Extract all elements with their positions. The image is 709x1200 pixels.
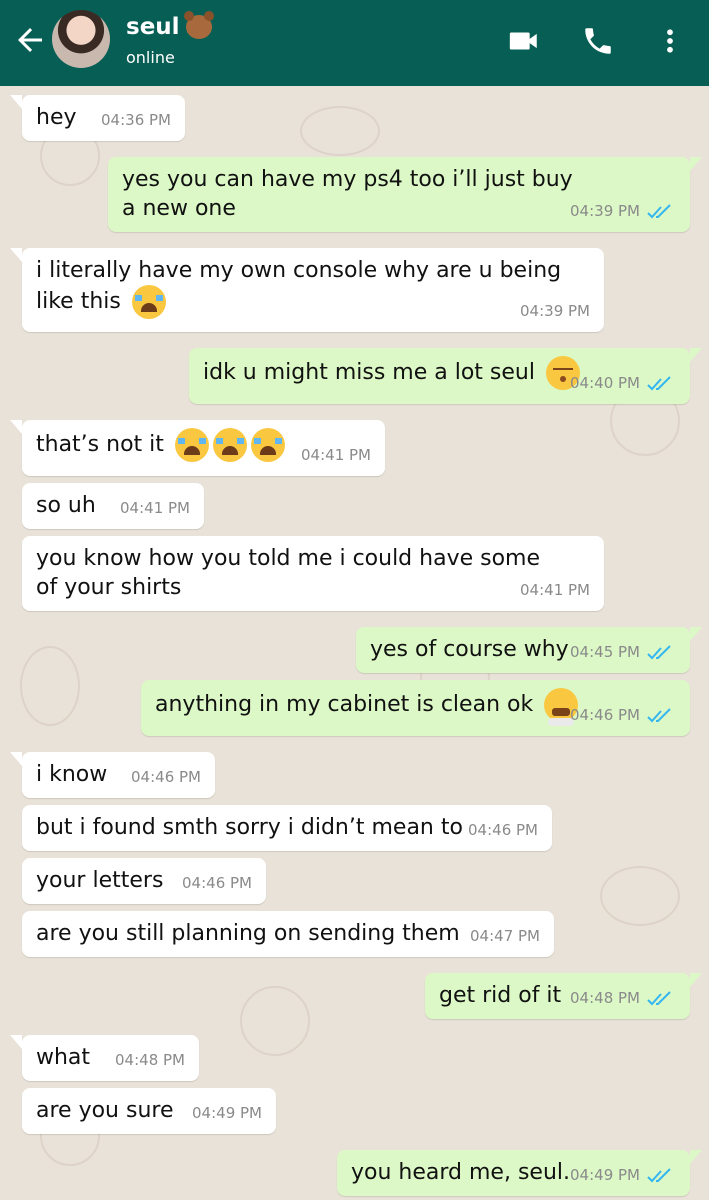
chat-header: seul online bbox=[0, 0, 709, 86]
message-text: anything in my cabinet is clean ok bbox=[155, 692, 534, 717]
contact-name-row[interactable]: seul bbox=[126, 11, 214, 40]
read-ticks-icon bbox=[647, 990, 671, 1005]
more-options-icon[interactable] bbox=[655, 24, 685, 58]
message-bubble-outgoing[interactable]: get rid of it 04:48 PM bbox=[425, 973, 702, 1019]
message-text: hey bbox=[36, 105, 77, 130]
message-text: i know bbox=[36, 762, 108, 787]
timestamp: 04:49 PM bbox=[192, 1104, 262, 1122]
bear-face-emoji-icon bbox=[183, 11, 214, 39]
contact-status: online bbox=[126, 48, 175, 67]
message-time: 04:49 PM bbox=[192, 1099, 262, 1128]
message-text: you heard me, seul. bbox=[351, 1160, 570, 1185]
message-time: 04:46 PM bbox=[131, 763, 201, 792]
message-text: get rid of it bbox=[439, 983, 562, 1008]
timestamp: 04:40 PM bbox=[570, 374, 640, 392]
read-ticks-icon bbox=[647, 644, 671, 659]
contact-name[interactable]: seul bbox=[126, 14, 180, 40]
message-bubble-incoming[interactable]: what 04:48 PM bbox=[10, 1035, 199, 1081]
message-time: 04:47 PM bbox=[470, 922, 540, 951]
message-bubble-incoming[interactable]: hey 04:36 PM bbox=[10, 95, 185, 141]
message-time: 04:41 PM bbox=[120, 494, 190, 523]
message-text: so uh bbox=[36, 493, 96, 518]
message-bubble-incoming[interactable]: i know 04:46 PM bbox=[10, 752, 215, 798]
back-arrow-icon[interactable] bbox=[12, 22, 48, 58]
message-text: idk u might miss me a lot seul bbox=[203, 360, 535, 385]
message-meta: 04:39 PM bbox=[570, 197, 676, 226]
message-bubble-incoming[interactable]: are you still planning on sending them 0… bbox=[22, 911, 554, 957]
message-time: 04:41 PM bbox=[520, 576, 590, 605]
message-meta: 04:48 PM bbox=[570, 984, 676, 1013]
message-bubble-incoming[interactable]: that’s not it 04:41 PM bbox=[10, 420, 385, 476]
message-meta: 04:49 PM bbox=[570, 1161, 676, 1190]
read-ticks-icon bbox=[647, 375, 671, 390]
message-text: what bbox=[36, 1045, 91, 1070]
timestamp: 04:49 PM bbox=[570, 1166, 640, 1184]
timestamp: 04:39 PM bbox=[570, 202, 640, 220]
wallpaper-doodle bbox=[240, 986, 310, 1056]
read-ticks-icon bbox=[647, 707, 671, 722]
message-time: 04:48 PM bbox=[115, 1046, 185, 1075]
timestamp: 04:41 PM bbox=[520, 581, 590, 599]
message-text: are you sure bbox=[36, 1098, 174, 1123]
timestamp: 04:46 PM bbox=[182, 874, 252, 892]
message-text: your letters bbox=[36, 868, 164, 893]
message-text: but i found smth sorry i didn’t mean to bbox=[36, 815, 463, 840]
message-meta: 04:46 PM bbox=[570, 701, 676, 730]
message-bubble-incoming[interactable]: i literally have my own console why are … bbox=[10, 248, 604, 332]
message-time: 04:36 PM bbox=[101, 106, 171, 135]
message-meta: 04:45 PM bbox=[570, 638, 676, 667]
message-time: 04:46 PM bbox=[468, 816, 538, 845]
message-bubble-incoming[interactable]: but i found smth sorry i didn’t mean to … bbox=[22, 805, 552, 851]
message-meta: 04:40 PM bbox=[570, 369, 676, 398]
timestamp: 04:47 PM bbox=[470, 927, 540, 945]
timestamp: 04:48 PM bbox=[115, 1051, 185, 1069]
message-bubble-incoming[interactable]: you know how you told me i could have so… bbox=[22, 536, 604, 611]
message-time: 04:39 PM bbox=[520, 297, 590, 326]
timestamp: 04:48 PM bbox=[570, 989, 640, 1007]
voice-call-icon[interactable] bbox=[580, 24, 616, 58]
message-bubble-outgoing[interactable]: idk u might miss me a lot seul 04:40 PM bbox=[189, 348, 702, 404]
wallpaper-doodle bbox=[600, 866, 680, 926]
message-text: are you still planning on sending them bbox=[36, 921, 460, 946]
message-bubble-outgoing[interactable]: you heard me, seul. 04:49 PM bbox=[337, 1150, 702, 1196]
loudly-crying-face-emoji-icon bbox=[174, 428, 209, 462]
message-bubble-outgoing[interactable]: yes you can have my ps4 too i’ll just bu… bbox=[108, 157, 702, 232]
timestamp: 04:39 PM bbox=[520, 302, 590, 320]
message-bubble-outgoing[interactable]: yes of course why 04:45 PM bbox=[356, 627, 702, 673]
timestamp: 04:46 PM bbox=[468, 821, 538, 839]
message-text: you know how you told me i could have so… bbox=[36, 546, 541, 600]
loudly-crying-face-emoji-icon bbox=[131, 285, 166, 319]
message-text: yes you can have my ps4 too i’ll just bu… bbox=[122, 167, 573, 221]
loudly-crying-face-emoji-icon bbox=[250, 428, 285, 462]
avatar[interactable] bbox=[52, 10, 110, 68]
message-bubble-incoming[interactable]: so uh 04:41 PM bbox=[22, 483, 204, 529]
message-bubble-incoming[interactable]: your letters 04:46 PM bbox=[22, 858, 266, 904]
message-bubble-outgoing[interactable]: anything in my cabinet is clean ok 04:46… bbox=[141, 680, 690, 736]
timestamp: 04:41 PM bbox=[120, 499, 190, 517]
wallpaper-doodle bbox=[20, 646, 80, 726]
video-call-icon[interactable] bbox=[506, 24, 542, 58]
message-text: yes of course why bbox=[370, 637, 569, 662]
timestamp: 04:46 PM bbox=[570, 706, 640, 724]
read-ticks-icon bbox=[647, 203, 671, 218]
message-text: i literally have my own console why are … bbox=[36, 258, 562, 314]
timestamp: 04:41 PM bbox=[301, 446, 371, 464]
read-ticks-icon bbox=[647, 1167, 671, 1182]
message-bubble-incoming[interactable]: are you sure 04:49 PM bbox=[22, 1088, 276, 1134]
message-text: that’s not it bbox=[36, 432, 164, 457]
loudly-crying-face-emoji-icon bbox=[212, 428, 247, 462]
timestamp: 04:46 PM bbox=[131, 768, 201, 786]
message-time: 04:41 PM bbox=[301, 441, 371, 470]
timestamp: 04:36 PM bbox=[101, 111, 171, 129]
timestamp: 04:45 PM bbox=[570, 643, 640, 661]
wallpaper-doodle bbox=[300, 106, 380, 156]
message-time: 04:46 PM bbox=[182, 869, 252, 898]
